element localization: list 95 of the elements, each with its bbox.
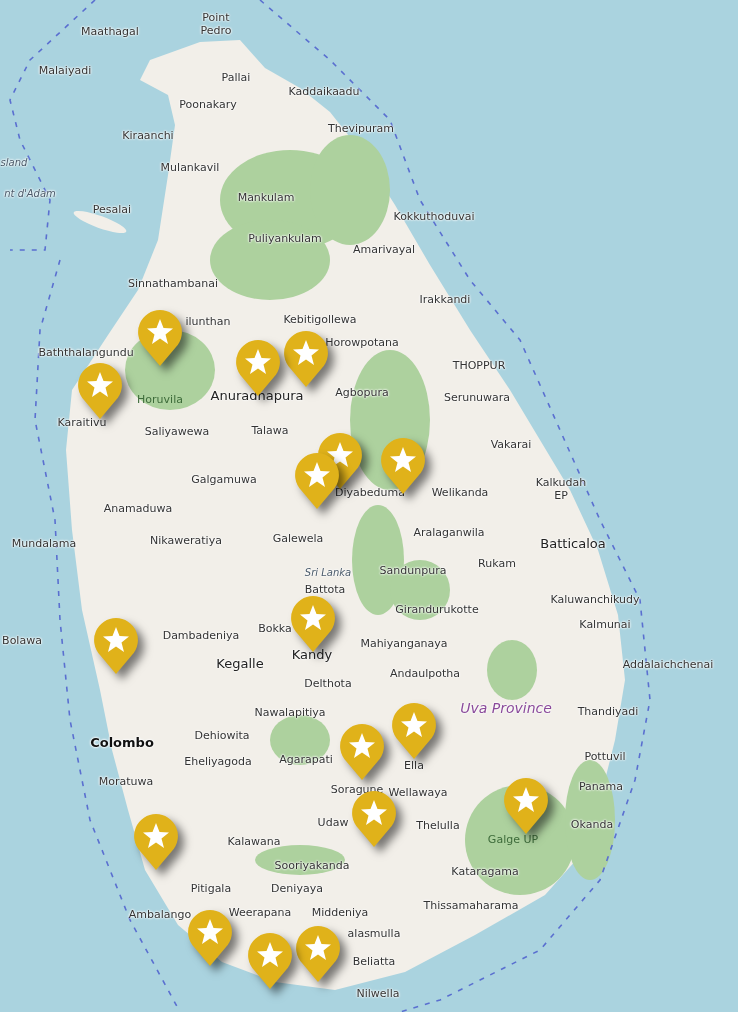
map-pin[interactable] <box>132 812 180 872</box>
place-label: Galewela <box>272 532 324 546</box>
place-label: Okanda <box>570 818 614 832</box>
place-label: Kiraanchi <box>122 129 174 143</box>
place-label: Soragune <box>330 783 384 797</box>
place-label: Kalmunai <box>579 618 631 632</box>
place-label: Wellawaya <box>388 786 448 800</box>
place-label: Nawalapitiya <box>254 706 326 720</box>
place-label: Mankulam <box>237 191 295 205</box>
place-label: Middeniya <box>311 906 369 920</box>
place-label: Dehiowita <box>194 729 250 743</box>
map-pin[interactable] <box>338 722 386 782</box>
place-label: Kegalle <box>216 656 264 672</box>
place-label: Sooriyakanda <box>274 859 350 873</box>
place-label: alasmulla <box>347 927 401 941</box>
place-label: Kaddaikaadu <box>288 85 360 99</box>
place-label: Pottuvil <box>584 750 626 764</box>
place-label: Vakarai <box>490 438 532 452</box>
place-label: Point Pedro <box>199 12 233 38</box>
place-label: Andaulpotha <box>390 667 460 681</box>
place-label: Bokka <box>258 622 292 636</box>
place-label: Udaw <box>317 816 349 830</box>
place-label: Panama <box>578 780 624 794</box>
place-label: Agbopura <box>335 386 389 400</box>
place-label: Beliatta <box>352 955 396 969</box>
place-label: Uva Province <box>460 699 552 717</box>
place-label: Irakkandi <box>419 293 471 307</box>
place-label: Serunuwara <box>443 391 511 405</box>
place-label: Mulankavil <box>160 161 220 175</box>
place-label: Sandunpura <box>379 564 447 578</box>
place-label: Kokkuthoduvai <box>393 210 475 224</box>
place-label: Kalawana <box>227 835 281 849</box>
map-pin[interactable] <box>92 616 140 676</box>
map-pin[interactable] <box>294 924 342 984</box>
place-label: Galgamuwa <box>191 473 257 487</box>
place-label: Welikanda <box>431 486 489 500</box>
place-label: Kandy <box>291 647 333 663</box>
place-label: Kalkudah EP <box>534 477 588 503</box>
place-label: Delthota <box>304 677 352 691</box>
place-label: Thissamaharama <box>423 899 519 913</box>
place-label: Karaitivu <box>57 416 107 430</box>
place-label: Colombo <box>90 735 154 751</box>
place-label: Mahiyanganaya <box>360 637 448 651</box>
place-label: Horuvila <box>137 393 183 407</box>
place-label: Talawa <box>251 424 289 438</box>
map-pin[interactable] <box>502 776 550 836</box>
place-label: Malaiyadi <box>38 64 92 78</box>
place-label: Ambalango <box>128 908 192 922</box>
place-label: Thelulla <box>416 819 460 833</box>
place-label: nt d'Adam <box>4 188 56 200</box>
place-label: Bolawa <box>2 634 42 648</box>
place-label: Anuradhapura <box>210 388 304 404</box>
place-label: Kataragama <box>451 865 519 879</box>
place-label: Horowpotana <box>325 336 399 350</box>
place-label: Mundalama <box>11 537 77 551</box>
place-label: Thandiyadi <box>577 705 639 719</box>
place-label: Moratuwa <box>98 775 154 789</box>
place-label: Nilwella <box>356 987 400 1001</box>
place-label: Nikaweratiya <box>150 534 222 548</box>
place-label: Ella <box>404 759 424 773</box>
place-label: sland <box>0 157 28 169</box>
place-label: Galge UP <box>487 833 539 847</box>
place-label: Puliyankulam <box>248 232 322 246</box>
forest-area <box>487 640 537 700</box>
map-pin[interactable] <box>246 931 294 991</box>
place-label: ilunthan <box>185 315 231 329</box>
place-label: Pesalai <box>92 203 132 217</box>
place-label: Baththalangundu <box>38 346 134 360</box>
place-label: Eheliyagoda <box>184 755 252 769</box>
place-label: Kebitigollewa <box>283 313 357 327</box>
map-pin[interactable] <box>136 308 184 368</box>
place-label: Battota <box>304 583 346 597</box>
place-label: Weerapana <box>228 906 292 920</box>
place-label: Deniyaya <box>271 882 323 896</box>
map-pin[interactable] <box>390 701 438 761</box>
place-label: Diyabeduma <box>335 486 405 500</box>
place-label: Sri Lanka <box>304 567 352 579</box>
place-label: Aralaganwila <box>413 526 485 540</box>
place-label: Addalaichchenai <box>622 658 714 672</box>
place-label: Rukam <box>478 557 516 571</box>
place-label: Amarivayal <box>352 243 416 257</box>
place-label: Batticaloa <box>540 536 606 552</box>
place-label: THOPPUR <box>452 359 506 373</box>
place-label: Girandurukotte <box>395 603 479 617</box>
place-label: Thevipuram <box>328 122 394 136</box>
place-label: Saliyawewa <box>144 425 210 439</box>
place-label: Sinnathambanai <box>128 277 218 291</box>
place-label: Agarapati <box>279 753 333 767</box>
place-label: Maathagal <box>81 25 139 39</box>
place-label: Dambadeniya <box>162 629 240 643</box>
place-label: Poonakary <box>179 98 237 112</box>
place-label: Pallai <box>221 71 251 85</box>
place-label: Anamaduwa <box>103 502 173 516</box>
place-label: Kaluwanchikudy <box>550 593 640 607</box>
place-label: Pitigala <box>190 882 232 896</box>
